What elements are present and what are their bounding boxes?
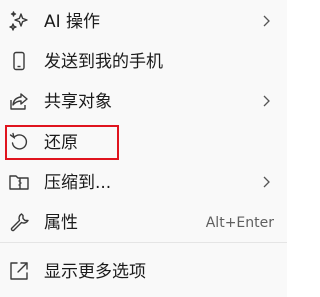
expand-icon [8, 260, 30, 282]
chevron-right-icon [261, 93, 271, 109]
menu-item-properties[interactable]: 属性 Alt+Enter [0, 203, 287, 243]
restore-icon [8, 131, 30, 153]
menu-item-label: 还原 [44, 133, 78, 153]
context-menu: AI 操作 发送到我的手机 共享对象 还原 压缩到... 属性 Alt+Ente… [0, 0, 287, 297]
chevron-right-icon [261, 174, 271, 190]
menu-item-send-to-phone[interactable]: 发送到我的手机 [0, 42, 287, 82]
menu-item-show-more-options[interactable]: 显示更多选项 [0, 252, 287, 292]
zip-folder-icon [8, 171, 30, 193]
shortcut-text: Alt+Enter [205, 215, 274, 231]
menu-item-restore[interactable]: 还原 [0, 123, 287, 163]
menu-item-label: AI 操作 [44, 12, 101, 32]
menu-item-label: 属性 [44, 213, 78, 233]
phone-icon [8, 50, 30, 72]
menu-item-compress-to[interactable]: 压缩到... [0, 163, 287, 203]
menu-item-label: 显示更多选项 [44, 262, 146, 282]
menu-item-share[interactable]: 共享对象 [0, 82, 287, 122]
share-icon [8, 90, 30, 112]
menu-item-label: 共享对象 [44, 92, 112, 112]
menu-item-label: 发送到我的手机 [44, 52, 163, 72]
menu-divider [0, 242, 287, 243]
wrench-icon [8, 211, 30, 233]
chevron-right-icon [261, 13, 271, 29]
menu-item-ai-actions[interactable]: AI 操作 [0, 2, 287, 42]
menu-item-label: 压缩到... [44, 173, 112, 193]
sparkle-icon [8, 10, 30, 32]
